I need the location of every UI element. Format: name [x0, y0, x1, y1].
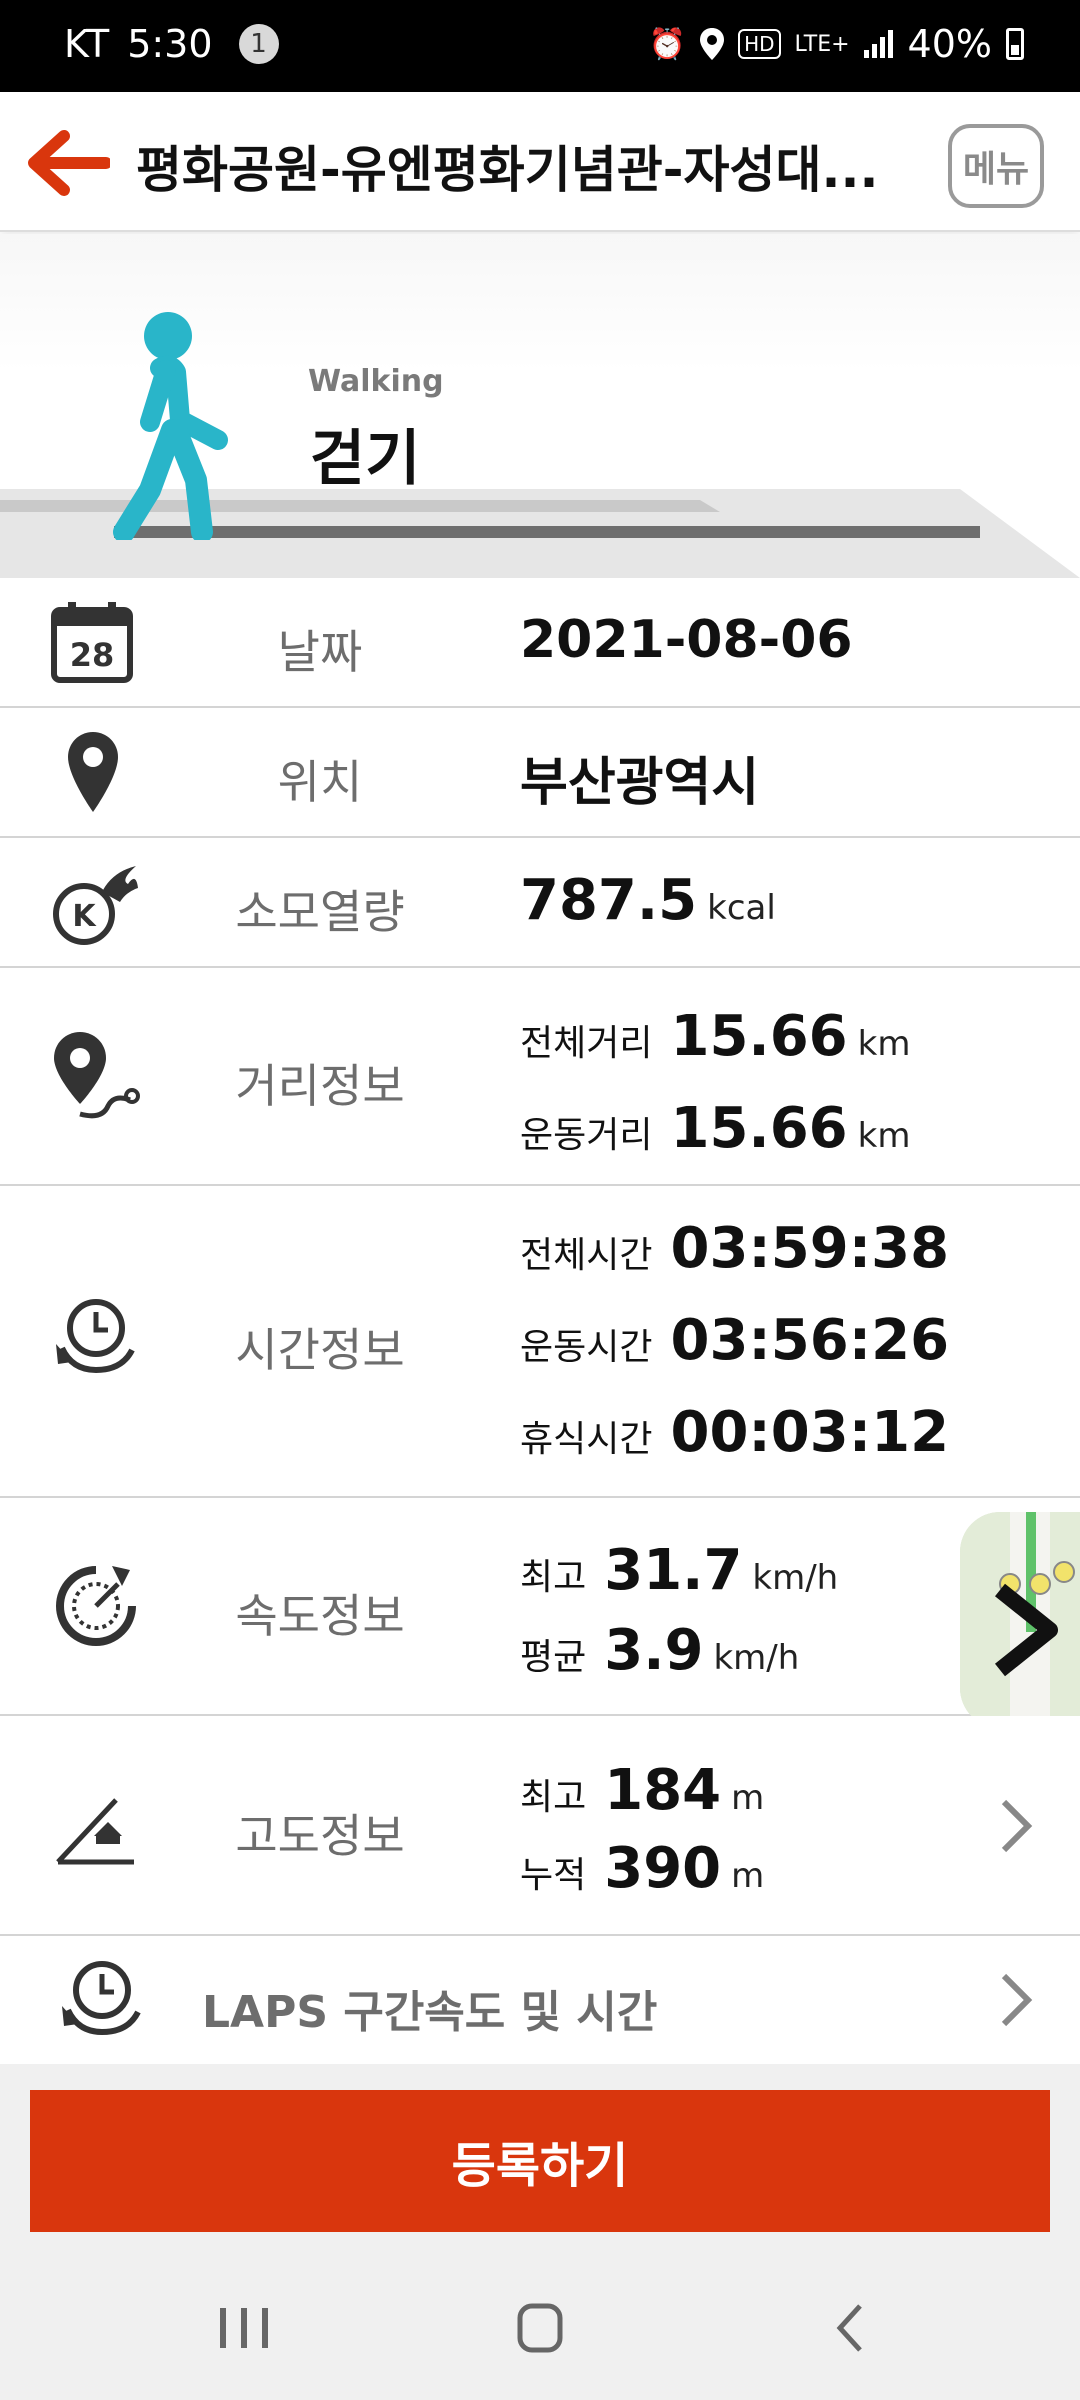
location-row: 위치 부산광역시 — [0, 708, 1080, 838]
avg-speed-line: 평균 3.9 km/h — [520, 1618, 799, 1683]
exercise-distance-line: 운동거리 15.66 km — [520, 1096, 910, 1161]
total-time-value: 03:59:38 — [670, 1216, 950, 1281]
time-row: 시간정보 전체시간 03:59:38 운동시간 03:56:26 휴식시간 00:03… — [0, 1186, 1080, 1498]
chevron-right-icon[interactable] — [996, 1970, 1036, 2030]
total-time-label: 전체시간 — [520, 1235, 653, 1276]
home-icon[interactable] — [500, 2296, 580, 2360]
total-distance-label: 전체거리 — [520, 1023, 653, 1064]
date-label: 날짜 — [277, 625, 363, 679]
signal-icon — [863, 30, 893, 58]
location-label: 위치 — [277, 755, 363, 809]
calendar-day: 28 — [70, 636, 115, 674]
laps-label: LAPS 구간속도 및 시간 — [202, 1987, 658, 2038]
chevron-right-icon[interactable] — [996, 1796, 1036, 1856]
max-speed-unit: km/h — [752, 1558, 839, 1598]
total-time-line: 전체시간 03:59:38 — [520, 1216, 949, 1281]
exercise-distance-value: 15.66 — [670, 1096, 848, 1161]
total-distance-value: 15.66 — [670, 1004, 848, 1069]
total-distance-unit: km — [857, 1024, 911, 1064]
recent-apps-icon[interactable] — [204, 2296, 284, 2360]
elevation-icon — [56, 1798, 134, 1865]
battery-icon — [1006, 28, 1024, 60]
map-thumbnail[interactable] — [960, 1512, 1080, 1728]
exercise-distance-unit: km — [857, 1116, 911, 1156]
activity-banner: Walking 걷기 — [0, 234, 1080, 578]
exercise-distance-label: 운동거리 — [520, 1115, 653, 1156]
walking-person-icon — [113, 312, 228, 540]
location-pin-icon — [700, 28, 725, 60]
time-label: 시간정보 — [235, 1323, 405, 1377]
map-preview-graphic — [960, 1512, 1080, 1728]
calories-value-line: 787.5 kcal — [520, 868, 776, 933]
distance-label: 거리정보 — [235, 1059, 405, 1113]
carrier-label: KT — [64, 22, 110, 66]
hd-voice-icon: HD — [738, 29, 781, 59]
speed-row[interactable]: 속도정보 최고 31.7 km/h 평균 3.9 km/h — [0, 1498, 1080, 1716]
max-altitude-line: 최고 184 m — [520, 1758, 764, 1823]
activity-type: 걷기 — [310, 424, 421, 494]
network-type: LTE+ — [794, 31, 850, 57]
distance-row: 거리정보 전체거리 15.66 km 운동거리 15.66 km — [0, 968, 1080, 1186]
battery-percent: 40% — [907, 22, 992, 66]
date-value: 2021-08-06 — [520, 610, 853, 670]
page-title: 평화공원-유엔평화기념관-자성대... — [136, 141, 876, 199]
register-button[interactable]: 등록하기 — [30, 2090, 1050, 2232]
location-value: 부산광역시 — [520, 753, 760, 813]
calories-value: 787.5 — [520, 868, 698, 933]
rest-time-label: 휴식시간 — [520, 1419, 653, 1460]
location-pin-icon — [68, 732, 118, 812]
max-altitude-unit: m — [731, 1778, 765, 1818]
back-arrow-icon[interactable] — [24, 128, 110, 198]
status-right: ⏰ HD LTE+ 40% — [649, 22, 1024, 66]
clock: 5:30 — [127, 22, 213, 66]
cumulative-altitude-unit: m — [731, 1856, 765, 1896]
max-altitude-label: 최고 — [520, 1777, 587, 1818]
svg-text:K: K — [72, 899, 97, 934]
calories-row: K 소모열량 787.5 kcal — [0, 838, 1080, 968]
notification-count-badge: 1 — [238, 24, 279, 64]
laps-row[interactable]: LAPS 구간속도 및 시간 — [0, 1936, 1080, 2064]
max-altitude-value: 184 — [604, 1758, 722, 1823]
back-nav-icon[interactable] — [810, 2296, 890, 2360]
status-bar: KT 5:30 1 ⏰ HD LTE+ 40% — [0, 0, 1080, 92]
calories-label: 소모열량 — [235, 885, 405, 939]
max-speed-line: 최고 31.7 km/h — [520, 1538, 838, 1603]
clock-cycle-icon — [56, 1299, 135, 1374]
total-distance-line: 전체거리 15.66 km — [520, 1004, 910, 1069]
cumulative-altitude-value: 390 — [604, 1836, 722, 1901]
activity-type-en: Walking — [308, 364, 444, 399]
max-speed-label: 최고 — [520, 1557, 587, 1598]
exercise-time-label: 운동시간 — [520, 1327, 653, 1368]
status-left: KT 5:30 1 — [64, 22, 279, 66]
speed-label: 속도정보 — [235, 1589, 405, 1643]
cumulative-altitude-line: 누적 390 m — [520, 1836, 764, 1901]
rest-time-line: 휴식시간 00:03:12 — [520, 1400, 949, 1465]
system-nav-bar — [0, 2256, 1080, 2400]
altitude-row[interactable]: 고도정보 최고 184 m 누적 390 m — [0, 1716, 1080, 1936]
calendar-icon: 28 — [51, 602, 133, 683]
app-header: 평화공원-유엔평화기념관-자성대... 메뉴 — [0, 92, 1080, 232]
calorie-flame-icon: K — [53, 866, 138, 945]
exercise-time-line: 운동시간 03:56:26 — [520, 1308, 949, 1373]
menu-button[interactable]: 메뉴 — [948, 124, 1044, 208]
cumulative-altitude-label: 누적 — [520, 1855, 587, 1896]
speedometer-icon — [56, 1566, 136, 1646]
avg-speed-label: 평균 — [520, 1637, 587, 1678]
exercise-time-value: 03:56:26 — [670, 1308, 950, 1373]
date-row: 28 날짜 2021-08-06 — [0, 578, 1080, 708]
avg-speed-unit: km/h — [713, 1638, 800, 1678]
rest-time-value: 00:03:12 — [670, 1400, 950, 1465]
max-speed-value: 31.7 — [604, 1538, 743, 1603]
calories-unit: kcal — [707, 888, 776, 928]
laps-clock-icon — [62, 1961, 141, 2036]
route-pin-icon — [54, 1032, 140, 1119]
avg-speed-value: 3.9 — [604, 1618, 704, 1683]
altitude-label: 고도정보 — [235, 1809, 405, 1863]
alarm-icon: ⏰ — [648, 26, 687, 62]
